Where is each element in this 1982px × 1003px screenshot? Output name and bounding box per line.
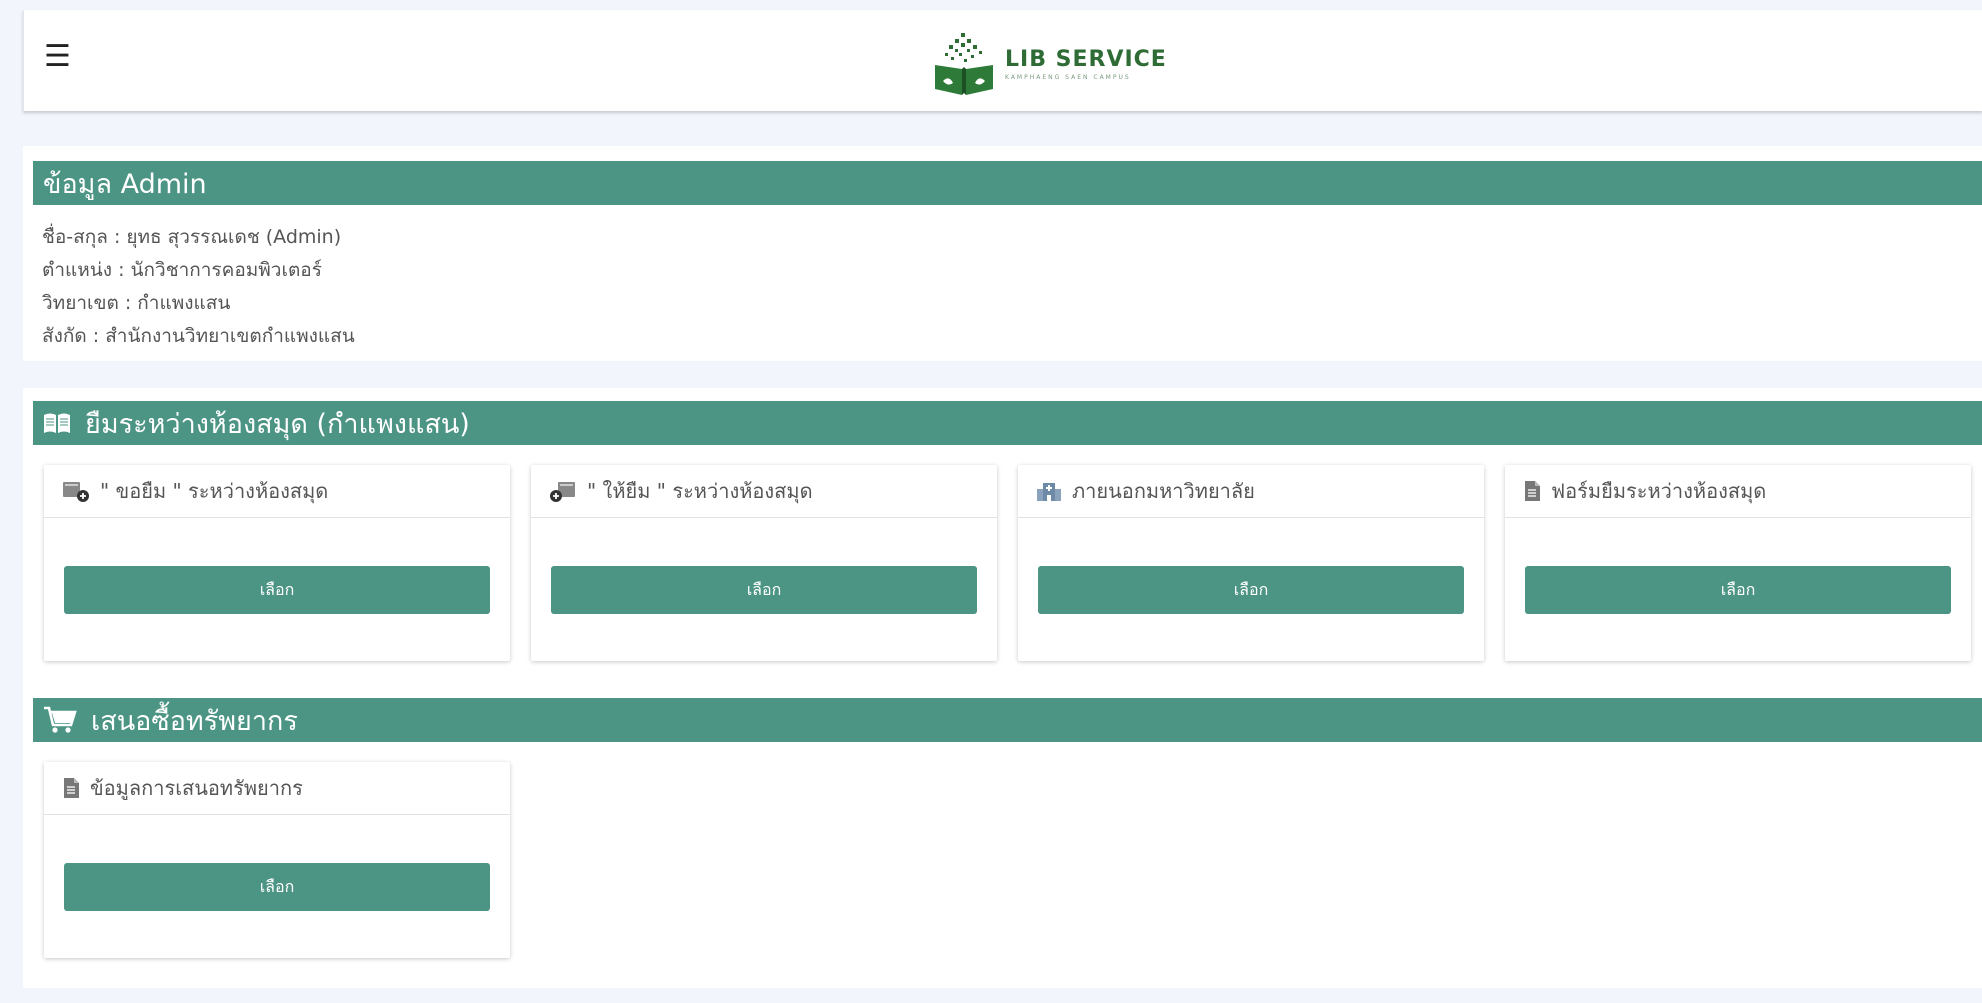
ill-request-select-button[interactable]: เลือก <box>64 566 490 614</box>
ill-external-card-title: ภายนอกมหาวิทยาลัย <box>1072 479 1255 503</box>
admin-affiliation-label: สังกัด : <box>42 325 106 347</box>
admin-position-value: นักวิชาการคอมพิวเตอร์ <box>130 259 322 281</box>
ill-lend-card-title: " ให้ยืม " ระหว่างห้องสมุด <box>587 479 813 503</box>
lend-icon <box>549 480 577 502</box>
ill-external-card: ภายนอกมหาวิทยาลัย เลือก <box>1018 465 1484 661</box>
admin-affiliation-value: สำนักงานวิทยาเขตกำแพงแสน <box>105 325 355 347</box>
shopping-cart-icon <box>43 706 77 734</box>
admin-name-value: ยุทธ สุวรรณเดช (Admin) <box>126 226 342 248</box>
book-tree-logo-icon <box>935 33 993 95</box>
purchase-info-card: ข้อมูลการเสนอทรัพยากร เลือก <box>44 762 510 958</box>
top-navbar: ☰ LIB SERVICE KAMPHAENG SAEN CAMPUS <box>23 10 1982 111</box>
admin-position-row: ตำแหน่ง : นักวิชาการคอมพิวเตอร์ <box>42 255 322 285</box>
logo-subtitle: KAMPHAENG SAEN CAMPUS <box>1005 73 1131 81</box>
admin-campus-row: วิทยาเขต : กำแพงแสน <box>42 288 230 318</box>
admin-name-label: ชื่อ-สกุล : <box>42 226 127 248</box>
ill-form-card-title: ฟอร์มยืมระหว่างห้องสมุด <box>1551 479 1767 503</box>
ill-request-card: " ขอยืม " ระหว่างห้องสมุด เลือก <box>44 465 510 661</box>
purchase-info-select-button[interactable]: เลือก <box>64 863 490 911</box>
borrow-request-icon <box>62 480 90 502</box>
ill-form-select-button[interactable]: เลือก <box>1525 566 1951 614</box>
ill-section-header: ยืมระหว่างห้องสมุด (กำแพงแสน) <box>33 401 1982 445</box>
admin-panel: ข้อมูล Admin ชื่อ-สกุล : ยุทธ สุวรรณเดช … <box>23 146 1982 361</box>
admin-section-title: ข้อมูล Admin <box>43 168 207 200</box>
ill-section-title: ยืมระหว่างห้องสมุด (กำแพงแสน) <box>85 408 470 440</box>
ill-external-select-button[interactable]: เลือก <box>1038 566 1464 614</box>
ill-lend-card: " ให้ยืม " ระหว่างห้องสมุด เลือก <box>531 465 997 661</box>
admin-affiliation-row: สังกัด : สำนักงานวิทยาเขตกำแพงแสน <box>42 321 355 351</box>
ill-form-card: ฟอร์มยืมระหว่างห้องสมุด เลือก <box>1505 465 1971 661</box>
admin-campus-value: กำแพงแสน <box>137 292 231 314</box>
purchase-info-card-title: ข้อมูลการเสนอทรัพยากร <box>90 776 303 800</box>
admin-section-header: ข้อมูล Admin <box>33 161 1982 205</box>
purchase-section-header: เสนอซื้อทรัพยากร <box>33 698 1982 742</box>
purchase-section-title: เสนอซื้อทรัพยากร <box>91 705 298 737</box>
document-icon <box>62 777 80 799</box>
ill-lend-select-button[interactable]: เลือก <box>551 566 977 614</box>
open-book-icon <box>43 412 71 434</box>
admin-position-label: ตำแหน่ง : <box>42 259 131 281</box>
logo-title: LIB SERVICE <box>1005 46 1167 72</box>
hospital-building-icon <box>1036 480 1062 502</box>
document-icon <box>1523 480 1541 502</box>
hamburger-menu-icon[interactable]: ☰ <box>44 42 71 72</box>
admin-campus-label: วิทยาเขต : <box>42 292 138 314</box>
logo[interactable]: LIB SERVICE KAMPHAENG SAEN CAMPUS <box>931 24 1167 104</box>
services-panel: ยืมระหว่างห้องสมุด (กำแพงแสน) " ขอยืม " … <box>23 388 1982 988</box>
ill-request-card-title: " ขอยืม " ระหว่างห้องสมุด <box>100 479 329 503</box>
admin-name-row: ชื่อ-สกุล : ยุทธ สุวรรณเดช (Admin) <box>42 222 341 252</box>
